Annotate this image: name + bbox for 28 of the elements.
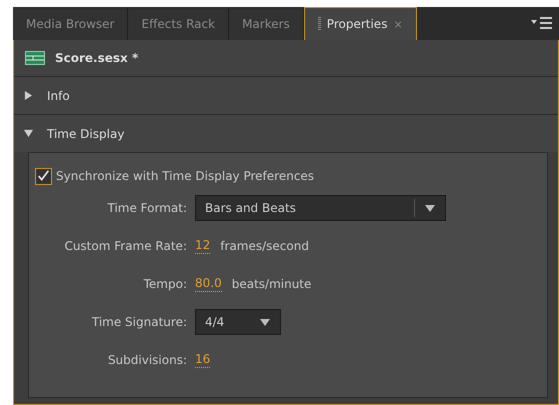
field-label: Custom Frame Rate: [63,239,187,253]
panel-menu-icon[interactable] [531,16,553,30]
section-header[interactable]: Info [14,77,558,115]
dropdown[interactable]: Bars and Beats [195,195,446,221]
field-label: Subdivisions: [106,353,187,367]
scrub-value[interactable]: 16 [195,352,210,368]
field-label: Time Signature: [90,315,187,329]
scrub-value[interactable]: 80.0 [195,276,222,292]
panel-tab[interactable]: Media Browser [13,8,128,40]
dropdown[interactable]: 4/4 [195,309,281,335]
caret-icon [260,318,270,326]
field-label: Time Format: [106,201,187,215]
collapse-icon [24,129,33,138]
checkbox-label: Synchronize with Time Display Preferences [56,169,314,183]
panel-tab[interactable]: Markers [229,8,304,40]
field-label: Tempo: [142,277,187,291]
multitrack-icon [25,51,45,65]
file-title: Score.sesx * [55,51,138,65]
unit-label: frames/second [220,239,309,253]
expand-icon [24,91,33,100]
section-header[interactable]: Time Display [14,115,558,152]
unit-label: beats/minute [232,277,312,291]
panel-tab[interactable]: Properties × [304,7,417,40]
caret-icon [425,204,435,212]
scrub-value[interactable]: 12 [195,238,210,254]
panel-tab[interactable]: Effects Rack [128,8,230,40]
sync-checkbox[interactable] [35,168,52,184]
close-icon[interactable]: × [393,18,403,30]
